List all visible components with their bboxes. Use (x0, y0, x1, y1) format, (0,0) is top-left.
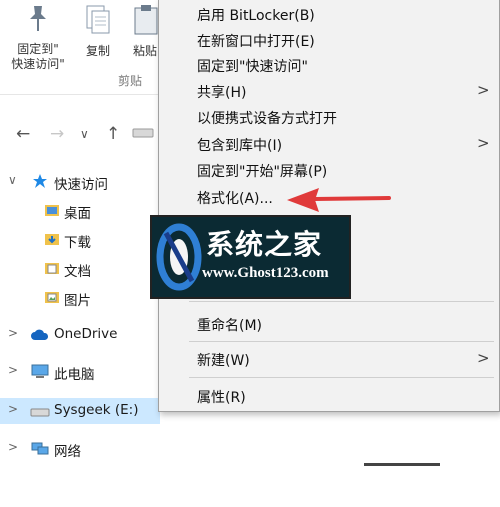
back-arrow-icon[interactable]: ← (16, 124, 30, 144)
menu-item-open-portable-device[interactable]: 以便携式设备方式打开 (159, 104, 499, 130)
navigation-bar: ← → ∨ ↑ (0, 116, 160, 152)
tree-label: Sysgeek (E:) (54, 402, 139, 418)
download-folder-icon (44, 232, 60, 251)
watermark-url: www.Ghost123.com (202, 265, 329, 281)
submenu-arrow-icon: > (477, 81, 490, 99)
menu-separator (189, 377, 494, 378)
computer-icon (30, 364, 50, 384)
menu-item-share[interactable]: 共享(H) > (159, 78, 499, 104)
submenu-arrow-icon: > (477, 134, 490, 152)
menu-item-label: 共享(H) (197, 85, 247, 101)
menu-item-label: 格式化(A)... (197, 191, 273, 207)
pin-to-quick-access-button[interactable]: 固定到" 快速访问" (8, 4, 68, 72)
tree-item-desktop[interactable]: 桌面 (0, 199, 160, 223)
menu-item-label: 包含到库中(I) (197, 138, 283, 154)
menu-item-new[interactable]: 新建(W) > (159, 346, 499, 372)
menu-item-label: 固定到"快速访问" (197, 59, 308, 75)
tree-label: 快速访问 (54, 177, 108, 193)
network-icon (30, 441, 50, 461)
forward-arrow-icon[interactable]: → (50, 124, 64, 144)
star-icon (32, 173, 48, 193)
menu-item-properties[interactable]: 属性(R) (159, 383, 499, 409)
clipboard-icon (130, 4, 160, 40)
tree-item-documents[interactable]: 文档 (0, 257, 160, 281)
menu-item-label: 重命名(M) (197, 318, 263, 334)
menu-item-open-new-window[interactable]: 在新窗口中打开(E) (159, 27, 499, 53)
tree-label: 桌面 (64, 206, 91, 222)
chevron-right-icon[interactable]: > (8, 363, 18, 377)
tree-label: 图片 (64, 293, 91, 309)
tree-item-pictures[interactable]: 图片 (0, 286, 160, 310)
menu-item-label: 在新窗口中打开(E) (197, 34, 315, 50)
menu-item-rename[interactable]: 重命名(M) (159, 311, 499, 337)
scroll-indicator (364, 463, 440, 466)
tree-label: 下载 (64, 235, 91, 251)
menu-item-pin-quick-access[interactable]: 固定到"快速访问" (159, 52, 499, 78)
tree-item-this-pc[interactable]: > 此电脑 (0, 360, 160, 384)
tree-item-quick-access[interactable]: ∨ 快速访问 (0, 170, 160, 194)
documents-folder-icon (44, 261, 60, 280)
copy-button[interactable]: 复制 (80, 4, 116, 59)
menu-item-include-in-library[interactable]: 包含到库中(I) > (159, 131, 499, 157)
watermark-logo: 系统之家 www.Ghost123.com (150, 215, 351, 299)
tree-item-onedrive[interactable]: > OneDrive (0, 323, 160, 347)
clipboard-group-label: 剪贴 (118, 74, 143, 88)
paste-label: 粘贴 (132, 44, 157, 58)
drive-icon (30, 406, 50, 422)
tree-item-sysgeek-drive[interactable]: > Sysgeek (E:) (0, 398, 160, 424)
chevron-down-icon[interactable]: ∨ (8, 173, 17, 187)
menu-item-label: 新建(W) (197, 353, 250, 369)
pin-label-line1: 固定到" (17, 42, 59, 56)
tree-item-network[interactable]: > 网络 (0, 437, 160, 461)
tree-item-downloads[interactable]: 下载 (0, 228, 160, 252)
menu-separator (189, 301, 494, 302)
tree-label: OneDrive (54, 326, 118, 342)
menu-item-label: 固定到"开始"屏幕(P) (197, 164, 328, 180)
chevron-right-icon[interactable]: > (8, 326, 18, 340)
recent-dropdown-icon[interactable]: ∨ (80, 127, 89, 141)
up-arrow-icon[interactable]: ↑ (106, 124, 120, 144)
menu-item-label: 启用 BitLocker(B) (197, 8, 315, 24)
tree-label: 网络 (54, 444, 81, 460)
menu-separator (189, 341, 494, 342)
chevron-right-icon[interactable]: > (8, 440, 18, 454)
menu-item-enable-bitlocker[interactable]: 启用 BitLocker(B) (159, 1, 499, 27)
pictures-folder-icon (44, 290, 60, 309)
copy-icon (80, 4, 116, 40)
watermark-emblem-icon (156, 223, 202, 295)
tree-label: 此电脑 (54, 367, 95, 383)
pin-label-line2: 快速访问" (11, 57, 65, 71)
submenu-arrow-icon: > (477, 349, 490, 367)
cloud-icon (30, 329, 50, 345)
menu-item-label: 以便携式设备方式打开 (197, 111, 337, 127)
drive-small-icon (132, 125, 154, 143)
watermark-title: 系统之家 (206, 228, 323, 261)
copy-label: 复制 (85, 44, 110, 58)
pin-icon (8, 4, 68, 38)
tree-label: 文档 (64, 264, 91, 280)
desktop-folder-icon (44, 203, 60, 222)
chevron-right-icon[interactable]: > (8, 402, 18, 416)
menu-item-label: 属性(R) (197, 390, 246, 406)
paste-button[interactable]: 粘贴 (130, 4, 160, 59)
